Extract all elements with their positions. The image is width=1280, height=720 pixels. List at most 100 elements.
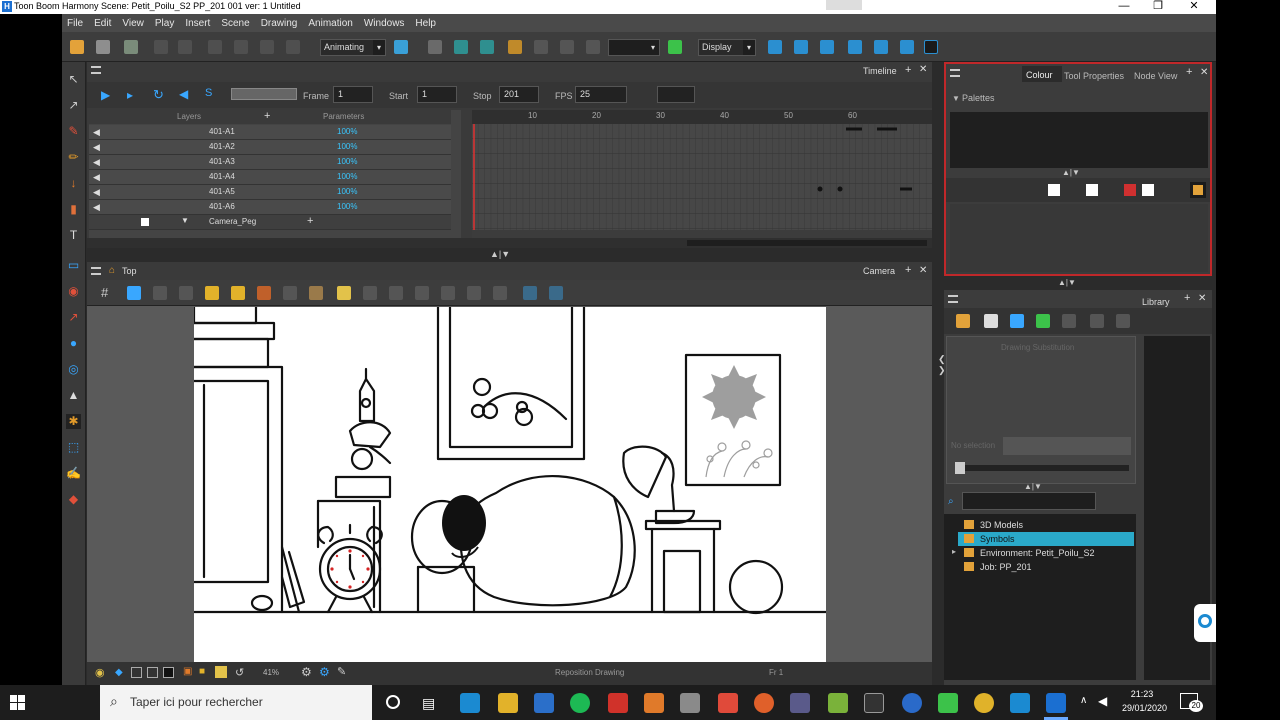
rotate-view-icon[interactable]: ↺ xyxy=(235,666,244,679)
tree-item[interactable]: ▸ Environment: Petit_Poilu_S2 xyxy=(944,546,1136,560)
menu-animation[interactable]: Animation xyxy=(308,18,352,29)
menu-play[interactable]: Play xyxy=(155,18,174,29)
spotify-icon[interactable] xyxy=(570,693,590,713)
palette-list[interactable] xyxy=(950,112,1208,168)
side-view-icon[interactable] xyxy=(549,286,563,300)
panel-menu-icon[interactable] xyxy=(91,66,101,74)
add-panel-icon[interactable]: + xyxy=(1186,66,1192,78)
display-mode-icon[interactable]: ◆ xyxy=(115,667,123,678)
file-explorer-icon[interactable] xyxy=(498,693,518,713)
menu-drawing[interactable]: Drawing xyxy=(261,18,298,29)
save-as-icon[interactable] xyxy=(124,40,138,54)
close-panel-icon[interactable]: ✕ xyxy=(919,265,927,276)
sound-scrub-icon[interactable]: S xyxy=(205,87,212,99)
swatch-white[interactable] xyxy=(1048,184,1060,196)
menu-help[interactable]: Help xyxy=(415,18,436,29)
paint-icon[interactable]: ↓ xyxy=(66,176,81,191)
menu-insert[interactable]: Insert xyxy=(185,18,210,29)
add-panel-icon[interactable]: + xyxy=(1184,292,1190,304)
menu-edit[interactable]: Edit xyxy=(94,18,111,29)
undo-icon[interactable] xyxy=(154,40,168,54)
panel-menu-icon[interactable] xyxy=(948,295,958,303)
swatch-view-icon[interactable] xyxy=(1190,182,1206,198)
clock[interactable]: 21:23 29/01/2020 xyxy=(1122,689,1167,713)
save-icon[interactable] xyxy=(96,40,110,54)
texture-icon[interactable] xyxy=(163,667,174,678)
move-icon[interactable] xyxy=(768,40,782,54)
windows-start-icon[interactable] xyxy=(10,695,26,711)
panel-menu-icon[interactable] xyxy=(950,69,960,77)
add-layer-icon[interactable]: + xyxy=(264,110,270,122)
symbol-icon[interactable] xyxy=(467,286,481,300)
menu-file[interactable]: File xyxy=(67,18,83,29)
delete-icon[interactable] xyxy=(286,40,300,54)
swatch-white[interactable] xyxy=(1086,184,1098,196)
loop-icon[interactable]: ↻ xyxy=(153,87,164,103)
palettes-expand-icon[interactable]: ▼ xyxy=(952,94,960,103)
pencil-icon[interactable]: ✏ xyxy=(66,150,81,165)
new-library-icon[interactable] xyxy=(984,314,998,328)
cortana-icon[interactable] xyxy=(386,695,400,709)
breadcrumb-top[interactable]: Top xyxy=(122,266,137,276)
task-view-icon[interactable]: ▤ xyxy=(422,695,435,712)
substitution-slider[interactable] xyxy=(955,462,1129,474)
lock-icon[interactable] xyxy=(205,286,219,300)
copy-icon[interactable] xyxy=(234,40,248,54)
zoom-icon[interactable]: ◎ xyxy=(66,362,81,377)
brush-icon[interactable]: ✎ xyxy=(66,124,81,139)
tab-node-view[interactable]: Node View xyxy=(1134,71,1177,81)
safe-area-icon[interactable] xyxy=(127,286,141,300)
colour-swatches-area[interactable] xyxy=(950,204,1208,272)
firefox-icon[interactable] xyxy=(754,693,774,713)
minimize-button[interactable]: — xyxy=(1106,0,1142,14)
onion-icon[interactable] xyxy=(586,40,600,54)
flash-icon[interactable] xyxy=(215,666,227,678)
harmony-app-icon[interactable] xyxy=(1010,693,1030,713)
safe-frame-icon[interactable] xyxy=(147,667,158,678)
pivot-view-icon[interactable] xyxy=(493,286,507,300)
frame-input[interactable]: 1 xyxy=(333,86,373,103)
menu-windows[interactable]: Windows xyxy=(364,18,405,29)
template-icon[interactable] xyxy=(1010,314,1024,328)
text-icon[interactable]: T xyxy=(66,228,81,243)
layer-row[interactable]: ◀ 401-A3 100% xyxy=(89,155,451,170)
stroke-icon[interactable] xyxy=(415,286,429,300)
layer-row[interactable]: ▼ Camera_Peg + xyxy=(89,215,451,230)
layer-color-swatch[interactable] xyxy=(141,218,149,226)
onion-skin-icon[interactable] xyxy=(309,286,323,300)
render-icon[interactable]: ⚙ xyxy=(319,665,330,679)
app-chat-icon[interactable] xyxy=(718,693,738,713)
harmony-active-icon[interactable] xyxy=(1046,693,1066,713)
close-panel-icon[interactable]: ✕ xyxy=(1200,67,1208,78)
contour-editor-icon[interactable]: ↗ xyxy=(66,98,81,113)
add-child-icon[interactable]: + xyxy=(307,215,313,227)
panel-collapse-icon[interactable]: ▲|▼ xyxy=(1024,482,1042,491)
substitution-input[interactable] xyxy=(1003,437,1131,455)
camera-move-icon[interactable] xyxy=(874,40,888,54)
peg-icon[interactable] xyxy=(924,40,938,54)
app-tools-icon[interactable] xyxy=(790,693,810,713)
speaker-icon[interactable]: ◀ xyxy=(93,127,100,138)
home-icon[interactable]: ⌂ xyxy=(109,265,115,276)
hand-icon[interactable]: ● xyxy=(66,336,81,351)
swatch-red[interactable] xyxy=(1124,184,1136,196)
folder-icon[interactable] xyxy=(956,314,970,328)
brush-preview-icon[interactable] xyxy=(257,286,271,300)
speaker-icon[interactable]: ◀ xyxy=(93,187,100,198)
refresh-icon[interactable] xyxy=(1036,314,1050,328)
select-tool-icon[interactable] xyxy=(428,40,442,54)
skew-icon[interactable] xyxy=(848,40,862,54)
timeline-scrollbar[interactable] xyxy=(87,238,932,248)
tab-colour[interactable]: Colour xyxy=(1022,66,1062,82)
side-widget[interactable] xyxy=(1194,604,1216,642)
app-photos-icon[interactable] xyxy=(680,693,700,713)
scroll-thumb[interactable] xyxy=(687,240,927,246)
timeline-dropdown[interactable] xyxy=(657,86,695,103)
panel-menu-icon[interactable] xyxy=(91,267,101,275)
panel-collapse-icon[interactable]: ▲|▼ xyxy=(1062,168,1080,177)
speaker-icon[interactable]: ◀ xyxy=(93,202,100,213)
lock-toggle-icon[interactable]: ■ xyxy=(199,666,205,677)
close-button[interactable]: ✕ xyxy=(1176,0,1212,14)
eraser-icon[interactable]: ▮ xyxy=(66,202,81,217)
frame-icon[interactable] xyxy=(179,286,193,300)
